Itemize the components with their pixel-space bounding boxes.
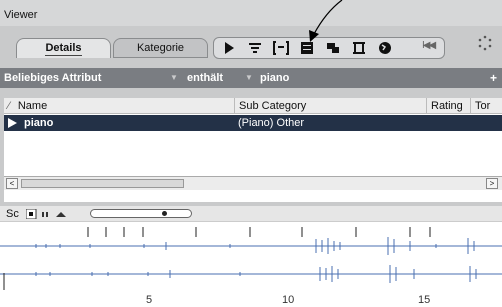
horizontal-scrollbar[interactable]: < > xyxy=(4,176,502,190)
ruler-tick-5: 5 xyxy=(146,294,153,306)
stack-icon[interactable] xyxy=(324,40,342,56)
tab-details[interactable]: Details xyxy=(16,38,111,58)
ruler-tick-10: 10 xyxy=(282,294,295,306)
filter-value-text: piano xyxy=(260,72,290,84)
view-toolbar xyxy=(213,37,445,59)
attribute-select[interactable]: Beliebiges Attribut ▼ xyxy=(4,68,178,88)
row-name: piano xyxy=(24,117,54,129)
column-header-name-label: Name xyxy=(17,100,48,112)
dots-icon[interactable] xyxy=(476,34,494,52)
details-icon[interactable] xyxy=(298,40,316,56)
tab-kategorie[interactable]: Kategorie xyxy=(113,38,208,58)
scope-controls-icon[interactable] xyxy=(26,209,86,219)
add-filter-button[interactable]: + xyxy=(490,72,497,84)
scroll-right-button[interactable]: > xyxy=(486,178,498,189)
bracket-list-icon[interactable] xyxy=(272,40,290,56)
scope-toolbar: Sc xyxy=(0,206,502,222)
column-header-name[interactable]: ⁄ Name xyxy=(4,98,234,114)
column-header-tor[interactable]: Tor xyxy=(470,98,502,114)
attribute-select-value: Beliebiges Attribut xyxy=(4,72,102,84)
window-titlebar: Viewer xyxy=(0,0,502,26)
table-row[interactable]: piano (Piano) Other xyxy=(4,115,502,131)
scope-panel: Sc 5 10 15 xyxy=(0,206,502,307)
rewind-icon[interactable]: I◀◀ xyxy=(422,40,436,51)
position-slider[interactable] xyxy=(90,209,192,218)
position-slider-thumb[interactable] xyxy=(162,211,167,216)
tab-kategorie-label: Kategorie xyxy=(136,42,185,54)
globe-icon[interactable] xyxy=(376,40,394,56)
list-icon[interactable] xyxy=(246,40,264,56)
window-title: Viewer xyxy=(4,9,38,21)
filter-value-field[interactable]: piano xyxy=(260,68,480,88)
column-header-sub-category[interactable]: Sub Category xyxy=(234,98,426,114)
operator-dropdown-icon: ▼ xyxy=(245,73,253,82)
film-icon[interactable] xyxy=(350,40,368,56)
waveform-display[interactable] xyxy=(0,223,502,294)
column-header-rating[interactable]: Rating xyxy=(426,98,470,114)
browser-panel: Details Kategorie I◀◀ Beliebiges Attribu… xyxy=(0,26,502,206)
scroll-left-button[interactable]: < xyxy=(6,178,18,189)
play-icon[interactable] xyxy=(220,40,238,56)
play-marker-icon[interactable] xyxy=(8,118,17,128)
sort-icon: ⁄ xyxy=(8,100,10,112)
scroll-thumb[interactable] xyxy=(21,179,184,188)
attribute-dropdown-icon: ▼ xyxy=(170,73,178,82)
timeline-ruler: 5 10 15 xyxy=(0,294,502,307)
filter-bar: Beliebiges Attribut ▼ enthält ▼ piano + xyxy=(0,68,502,88)
scope-label: Sc xyxy=(6,208,19,220)
operator-select-value: enthält xyxy=(187,72,224,84)
ruler-tick-15: 15 xyxy=(418,294,431,306)
row-sub-category: (Piano) Other xyxy=(238,117,305,129)
table-header: ⁄ Name Sub Category Rating Tor xyxy=(4,98,502,114)
operator-select[interactable]: enthält ▼ xyxy=(187,68,253,88)
tab-details-label: Details xyxy=(45,42,82,56)
